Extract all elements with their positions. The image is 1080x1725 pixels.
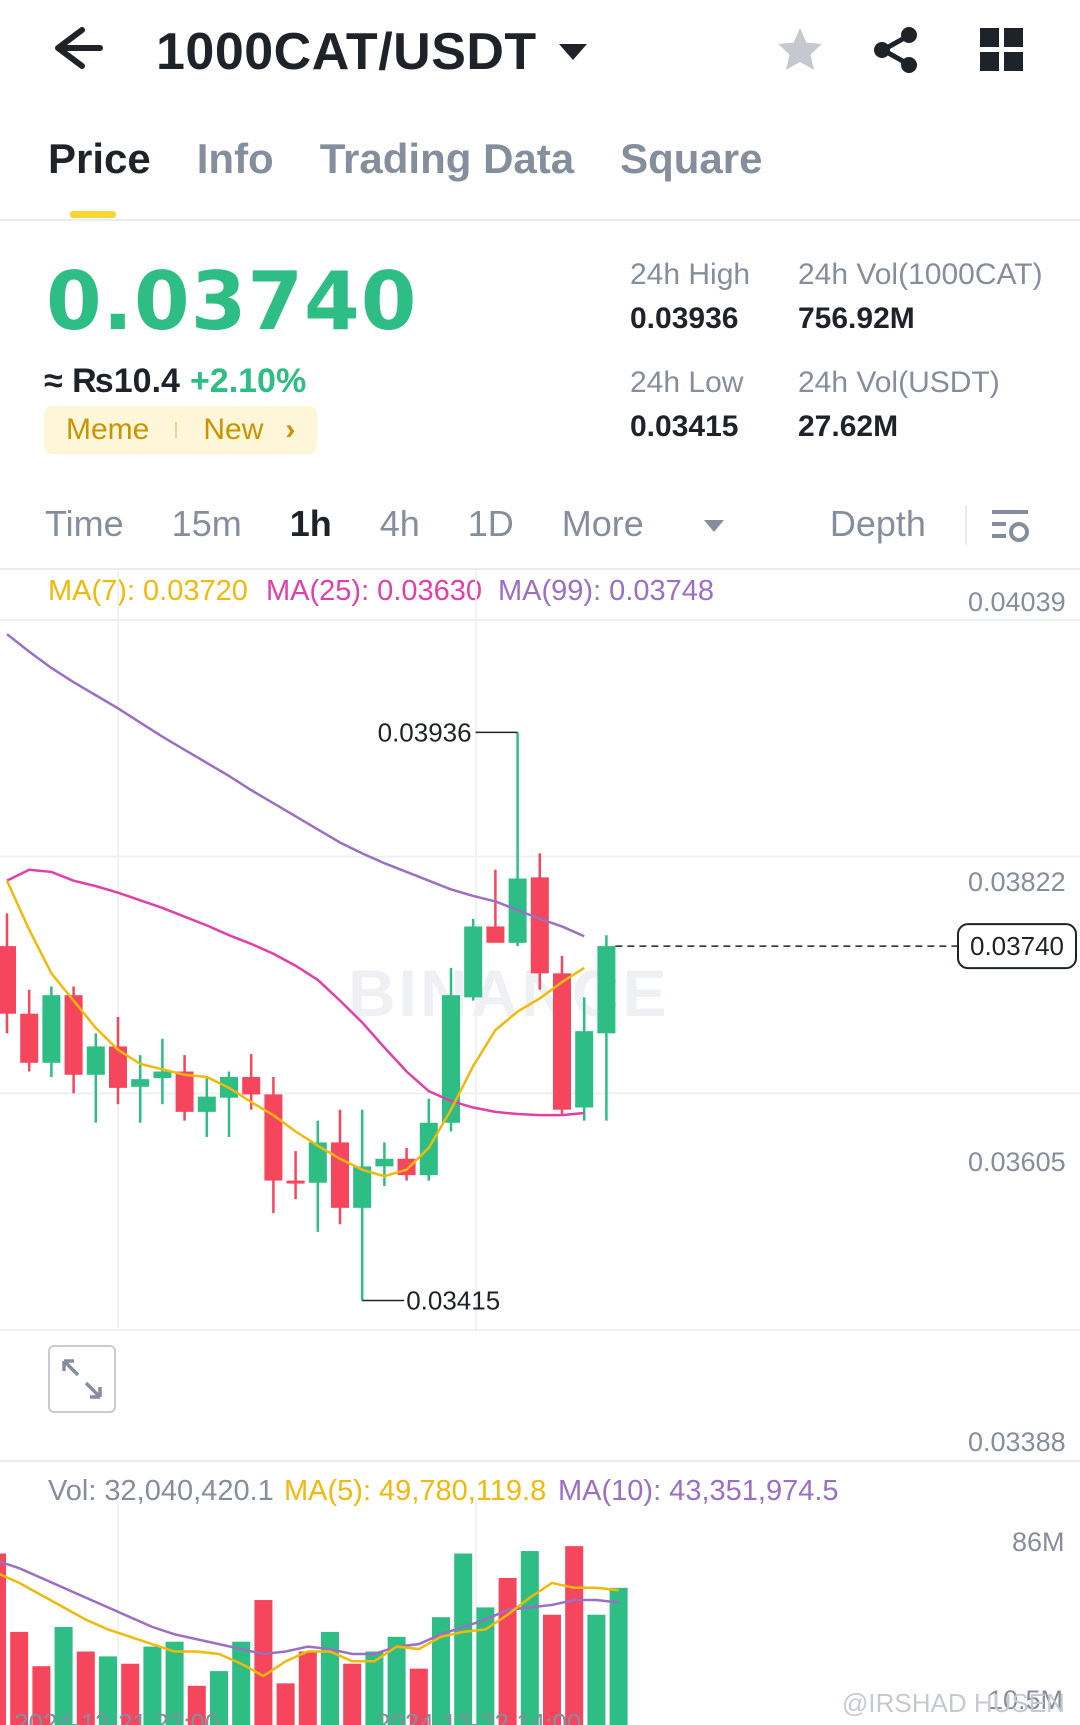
volume-bar-up (321, 1631, 339, 1725)
high-label: 24h High (630, 258, 751, 291)
candle-down (331, 1142, 349, 1208)
vol-base-label: 24h Vol(1000CAT) (798, 258, 1043, 291)
candle-down (175, 1071, 194, 1112)
candle-down (286, 1180, 305, 1184)
grid-menu-icon (980, 28, 1023, 71)
tab-square[interactable]: Square (620, 135, 762, 183)
back-arrow-icon (55, 27, 103, 69)
interval-bar: Time 15m 1h 4h 1D More Depth (45, 503, 974, 545)
pair-selector[interactable]: 1000CAT/USDT (156, 18, 587, 86)
candle-up (464, 926, 483, 998)
candle-up (131, 1079, 150, 1087)
fiat-price-row: ≈ ₨10.4 +2.10% (44, 362, 306, 401)
chevron-right-icon: › (285, 413, 296, 446)
time-axis-label: 2024-12-22 14:00 (376, 1708, 581, 1725)
ma99-line (6, 633, 585, 938)
depth-tab[interactable]: Depth (830, 503, 926, 545)
volume-bar-down (254, 1600, 273, 1725)
interval-15m[interactable]: 15m (172, 503, 242, 545)
tab-info[interactable]: Info (197, 135, 274, 183)
candle-down (20, 1013, 39, 1063)
candle-down (530, 877, 549, 974)
interval-4h[interactable]: 4h (380, 503, 420, 545)
candle-up (597, 946, 616, 1034)
last-price: 0.03740 (46, 255, 418, 348)
candle-down (553, 973, 571, 1110)
candle-up (42, 995, 61, 1063)
tab-bar: Price Info Trading Data Square (48, 135, 763, 183)
tag-pill[interactable]: Meme New › (44, 406, 318, 454)
tag-new: New (203, 413, 264, 446)
volume-bar-down (565, 1546, 584, 1725)
candle-down (264, 1094, 283, 1181)
candle-up (375, 1158, 394, 1167)
caret-down-icon (703, 520, 724, 533)
interval-more[interactable]: More (562, 503, 772, 545)
candle-up (153, 1071, 172, 1079)
candle-down (0, 946, 16, 1014)
tag-separator (175, 422, 178, 438)
interval-more-label: More (561, 503, 644, 544)
chart-settings-icon (992, 510, 1029, 542)
expand-icon (62, 1359, 102, 1399)
vol-base-value: 756.92M (798, 302, 915, 335)
tab-trading-data[interactable]: Trading Data (320, 135, 574, 183)
share-icon (874, 27, 917, 73)
pair-title: 1000CAT/USDT (156, 23, 537, 81)
interval-separator (965, 505, 967, 545)
vol-quote-value: 27.62M (798, 410, 899, 443)
active-tab-indicator (70, 211, 116, 218)
candle-up (575, 1031, 594, 1108)
low-marker-label: 0.03415 (406, 1286, 500, 1316)
share-button[interactable] (868, 22, 924, 78)
volume-bar-up (520, 1551, 539, 1725)
ma7-line (5, 880, 585, 1178)
volume-bar-down (298, 1651, 317, 1725)
favorite-button[interactable] (772, 22, 828, 78)
volume-bar-down (343, 1663, 362, 1725)
volume-bar-up (454, 1553, 473, 1725)
tab-divider (0, 219, 1080, 221)
tab-price[interactable]: Price (48, 135, 151, 183)
tag-meme: Meme (66, 413, 150, 446)
time-axis-label: 2024-12-21 22:00 (14, 1708, 219, 1725)
expand-chart-button[interactable] (48, 1345, 116, 1413)
back-button[interactable] (48, 18, 108, 78)
grid-menu-button[interactable] (974, 22, 1030, 78)
volume-bar-up (587, 1614, 606, 1725)
volume-divider (0, 1460, 1080, 1462)
volume-bar-up (232, 1641, 251, 1725)
star-icon (778, 28, 822, 70)
watermark-credit: @IRSHAD HUSEN (842, 1688, 1065, 1718)
price-change: +2.10% (189, 362, 307, 400)
volume-bar-down (498, 1578, 517, 1725)
high-value: 0.03936 (630, 302, 739, 335)
volume-bar-down (0, 1553, 6, 1725)
candle-up (86, 1046, 105, 1075)
candle-down (242, 1076, 261, 1095)
volume-bar-down (276, 1683, 295, 1725)
candle-up (197, 1096, 216, 1112)
chart-settings-button[interactable] (988, 504, 1032, 548)
fiat-value: ≈ ₨10.4 (44, 362, 180, 400)
candlestick-chart[interactable]: 0.03936 0.03415 0.03740 (0, 570, 1080, 1460)
last-price-label: 0.03740 (970, 931, 1064, 961)
high-marker-label: 0.03936 (378, 717, 472, 747)
ma25-line (6, 868, 585, 1117)
vol-quote-label: 24h Vol(USDT) (798, 366, 1000, 399)
interval-1d[interactable]: 1D (468, 503, 514, 545)
volume-bar-up (609, 1587, 628, 1725)
interval-1h[interactable]: 1h (290, 503, 332, 545)
low-label: 24h Low (630, 366, 744, 399)
interval-time[interactable]: Time (45, 503, 124, 545)
low-value: 0.03415 (630, 410, 739, 443)
dropdown-caret-icon (558, 44, 587, 60)
candle-down (486, 926, 505, 943)
